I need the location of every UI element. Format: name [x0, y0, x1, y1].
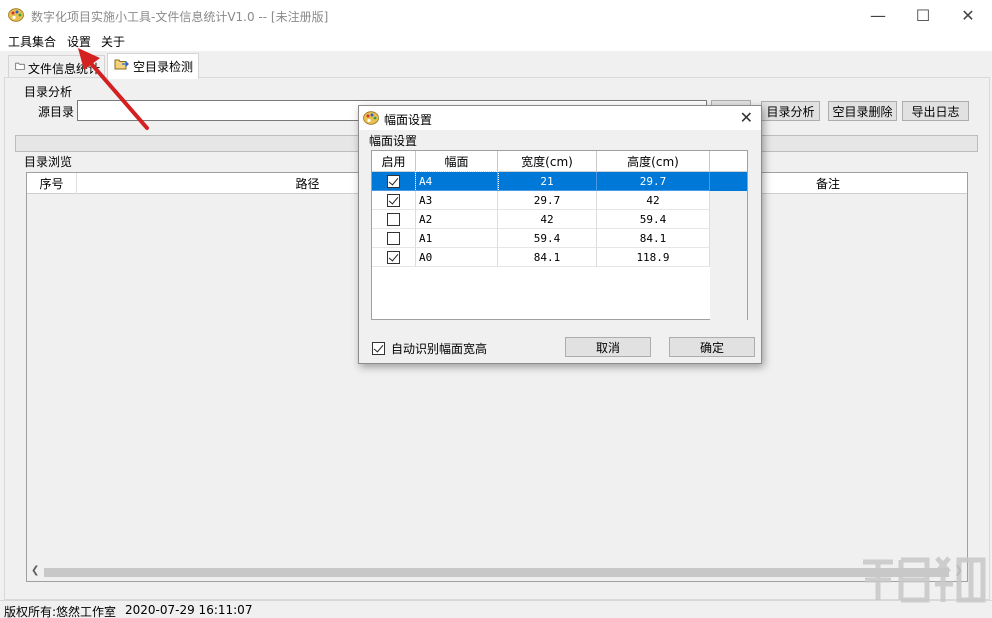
height-cell[interactable]: 59.4: [597, 210, 710, 229]
annotation-arrow-icon: [78, 48, 149, 130]
maximize-button[interactable]: ☐: [900, 0, 946, 31]
enabled-cell[interactable]: [372, 248, 416, 267]
height-cell[interactable]: 29.7: [597, 172, 710, 191]
checkbox-icon[interactable]: [387, 212, 400, 226]
analyze-button[interactable]: 目录分析: [761, 101, 820, 121]
paper-size-row[interactable]: A2 42 59.4: [372, 210, 710, 229]
ok-button[interactable]: 确定: [669, 337, 755, 357]
width-cell[interactable]: 42: [498, 210, 597, 229]
enabled-cell[interactable]: [372, 172, 416, 191]
paper-size-row[interactable]: A0 84.1 118.9: [372, 248, 710, 267]
dialog-group-label: 幅面设置: [369, 134, 418, 148]
checkbox-icon[interactable]: [387, 193, 400, 207]
enabled-cell[interactable]: [372, 191, 416, 210]
paper-size-row[interactable]: A3 29.7 42: [372, 191, 710, 210]
checkbox-icon[interactable]: [387, 231, 400, 245]
copyright-text: 版权所有:悠然工作室: [4, 605, 117, 618]
dialog-close-icon[interactable]: ✕: [740, 108, 753, 127]
auto-detect-label: 自动识别幅面宽高: [391, 342, 488, 356]
scroll-thumb[interactable]: [44, 568, 949, 577]
enabled-cell[interactable]: [372, 229, 416, 248]
height-cell[interactable]: 42: [597, 191, 710, 210]
checkbox-icon[interactable]: [387, 250, 400, 264]
grid-empty-area: [710, 172, 747, 320]
horizontal-scrollbar[interactable]: ❮ ❯: [27, 564, 967, 581]
height-cell[interactable]: 84.1: [597, 229, 710, 248]
width-cell[interactable]: 84.1: [498, 248, 597, 267]
palette-icon: [8, 8, 24, 22]
window-title: 数字化项目实施小工具-文件信息统计V1.0 -- [未注册版]: [31, 10, 329, 24]
export-log-button[interactable]: 导出日志: [902, 101, 969, 121]
column-header-index[interactable]: 序号: [27, 173, 77, 194]
close-button[interactable]: ✕: [945, 0, 991, 31]
delete-empty-button[interactable]: 空目录删除: [828, 101, 897, 121]
dialog-grid-header: 启用 幅面 宽度(cm) 高度(cm): [372, 151, 747, 172]
status-datetime: 2020-07-29 16:11:07: [125, 603, 253, 617]
checkbox-icon[interactable]: [387, 174, 400, 188]
status-bar: 版权所有:悠然工作室 2020-07-29 16:11:07: [0, 600, 992, 618]
paper-size-row[interactable]: A1 59.4 84.1: [372, 229, 710, 248]
width-cell[interactable]: 21: [498, 172, 597, 191]
scroll-left-icon[interactable]: ❮: [31, 565, 39, 576]
maximize-icon: ☐: [915, 6, 931, 25]
folder-icon: [15, 62, 25, 70]
close-icon: ✕: [961, 6, 975, 25]
cancel-button[interactable]: 取消: [565, 337, 651, 357]
watermark-logo: [863, 556, 986, 603]
minimize-button[interactable]: —: [855, 0, 901, 31]
width-cell[interactable]: 59.4: [498, 229, 597, 248]
column-header-size[interactable]: 幅面: [416, 151, 498, 172]
palette-icon: [363, 111, 379, 125]
auto-detect-checkbox[interactable]: 自动识别幅面宽高: [372, 340, 487, 357]
size-cell[interactable]: A2: [416, 210, 498, 229]
size-cell[interactable]: A3: [416, 191, 498, 210]
dir-analysis-label: 目录分析: [24, 85, 73, 99]
column-header-enabled[interactable]: 启用: [372, 151, 416, 172]
dialog-title-bar: 幅面设置 ✕: [359, 106, 761, 130]
dialog-title: 幅面设置: [384, 113, 433, 127]
enabled-cell[interactable]: [372, 210, 416, 229]
paper-size-grid[interactable]: 启用 幅面 宽度(cm) 高度(cm) A4 21 29.7 A3 29.7 42 A2 42…: [371, 150, 748, 320]
minimize-icon: —: [870, 6, 886, 25]
column-header-height[interactable]: 高度(cm): [597, 151, 710, 172]
size-cell[interactable]: A4: [415, 171, 499, 192]
checkbox-icon[interactable]: [372, 342, 385, 355]
size-cell[interactable]: A1: [416, 229, 498, 248]
column-header-width[interactable]: 宽度(cm): [498, 151, 597, 172]
menu-tools[interactable]: 工具集合: [8, 33, 56, 50]
source-dir-label: 源目录: [38, 105, 75, 119]
paper-size-dialog: 幅面设置 ✕ 幅面设置 启用 幅面 宽度(cm) 高度(cm) A4 21 29.7…: [358, 105, 762, 364]
title-bar: 数字化项目实施小工具-文件信息统计V1.0 -- [未注册版] — ☐ ✕: [0, 0, 992, 31]
size-cell[interactable]: A0: [416, 248, 498, 267]
paper-size-row[interactable]: A4 21 29.7: [372, 171, 747, 192]
width-cell[interactable]: 29.7: [498, 191, 597, 210]
dir-browse-label: 目录浏览: [24, 155, 73, 169]
height-cell[interactable]: 118.9: [597, 248, 710, 267]
